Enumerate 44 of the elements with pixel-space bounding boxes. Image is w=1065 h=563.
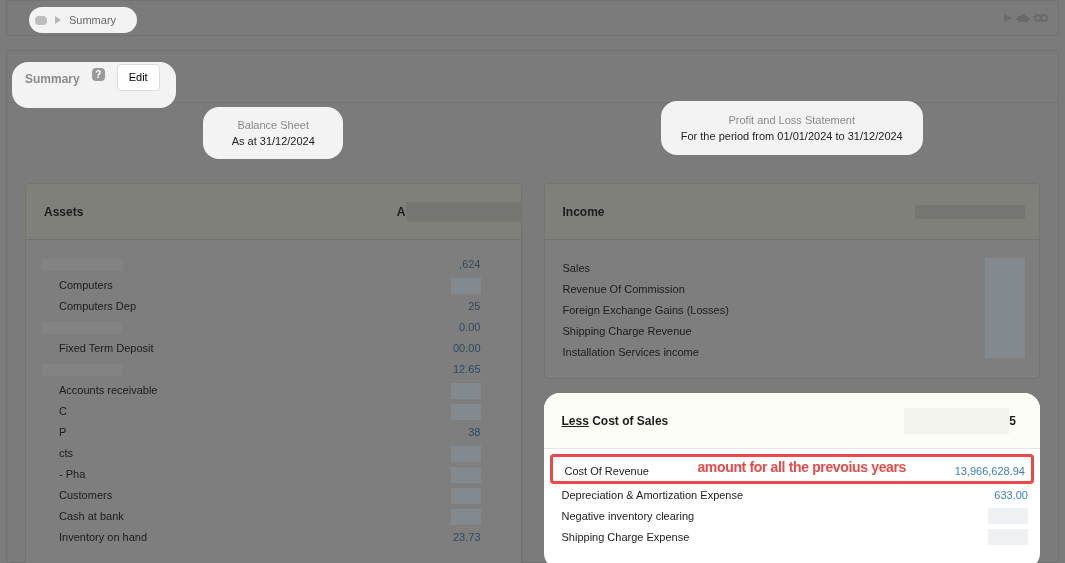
account-amount: 0.00 <box>459 320 481 336</box>
account-label: Cash at bank <box>59 509 124 525</box>
account-label: Revenue Of Commission <box>562 282 685 298</box>
account-label: Accounts receivable <box>59 383 158 399</box>
section-title: Profit and Loss Statement <box>728 112 856 128</box>
account-label: Computers <box>59 278 113 294</box>
account-label: cts <box>59 446 74 462</box>
account-label: P <box>59 425 67 441</box>
page-title: Summary <box>25 71 80 88</box>
account-label: Shipping Charge Revenue <box>562 324 692 340</box>
account-amount: ,624 <box>459 257 481 273</box>
card-title: Less Cost of Sales <box>561 412 669 430</box>
edit-button[interactable]: Edit <box>116 64 160 91</box>
help-icon[interactable]: ? <box>91 68 105 81</box>
section-subtitle: For the period from 01/01/2024 to 31/12/2024 <box>680 129 903 144</box>
card-title: Income <box>562 203 605 221</box>
amount-fragment: 5 <box>1009 412 1016 430</box>
account-label: Installation Services income <box>562 345 699 361</box>
account-label: C <box>59 404 67 420</box>
annotation-text: amount for all the prevoius years <box>697 458 907 477</box>
account-label: Computers Dep <box>59 299 137 315</box>
account-label: Sales <box>562 261 591 277</box>
breadcrumb-item[interactable]: Summary <box>69 11 117 29</box>
account-label: Foreign Exchange Gains (Losses) <box>562 303 729 319</box>
account-label: Inventory on hand <box>59 530 148 546</box>
account-label: Shipping Charge Expense <box>561 529 690 545</box>
account-label: Negative inventory clearing <box>561 508 695 524</box>
account-label: - Pha <box>59 467 86 483</box>
caret-icon <box>55 16 61 24</box>
account-amount: 25 <box>468 299 481 315</box>
account-label: Depreciation & Amortization Expense <box>561 487 744 503</box>
account-label: Fixed Term Deposit <box>59 341 154 357</box>
account-amount: 38 <box>468 425 481 441</box>
card-title: Assets <box>44 203 84 221</box>
account-amount: 12.65 <box>452 362 481 378</box>
section-title: Balance Sheet <box>237 117 310 133</box>
account-label: Cost Of Revenue <box>564 463 649 479</box>
account-amount: 633.00 <box>994 487 1028 503</box>
account-amount: 23.73 <box>452 530 481 546</box>
account-amount: 00.00 <box>452 341 481 357</box>
section-subtitle: As at 31/12/2024 <box>231 134 315 149</box>
account-amount: 13,966,628.94 <box>954 463 1025 479</box>
amount-fragment: A <box>396 203 406 221</box>
account-label: Customers <box>59 488 113 504</box>
